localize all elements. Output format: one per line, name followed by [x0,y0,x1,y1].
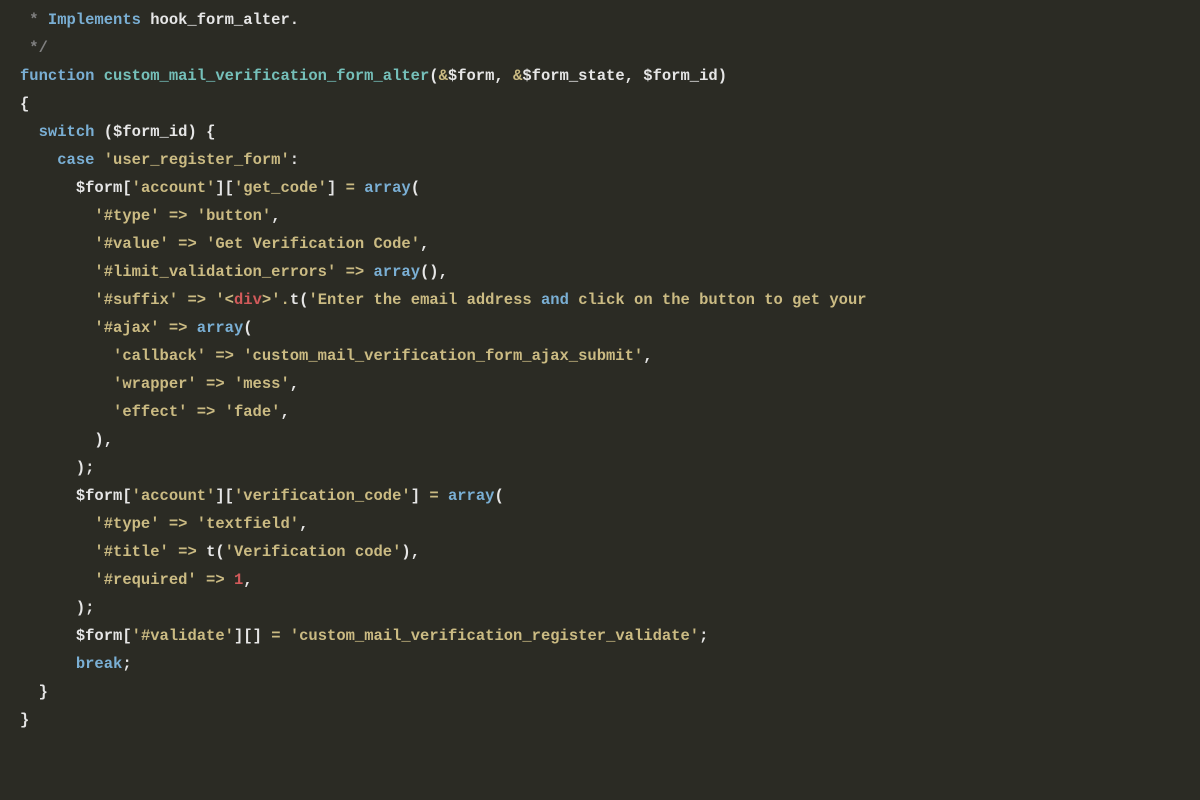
code-line: ); [20,459,94,477]
code-line: '#type' => 'textfield', [20,515,308,533]
code-line: '#value' => 'Get Verification Code', [20,235,429,253]
code-line: '#title' => t('Verification code'), [20,543,420,561]
code-line: switch ($form_id) { [20,123,215,141]
code-line: '#suffix' => '<div>'.t('Enter the email … [20,291,867,309]
code-line: { [20,95,29,113]
code-line: '#ajax' => array( [20,319,253,337]
code-editor: * Implements hook_form_alter. */ functio… [0,0,1200,734]
code-line: $form['account']['get_code'] = array( [20,179,420,197]
code-line: * Implements hook_form_alter. [20,11,299,29]
code-line: function custom_mail_verification_form_a… [20,67,727,85]
code-line: case 'user_register_form': [20,151,299,169]
code-line: } [20,711,29,729]
code-line: $form['#validate'][] = 'custom_mail_veri… [20,627,708,645]
code-line: ); [20,599,94,617]
code-line: 'effect' => 'fade', [20,403,290,421]
code-line: 'callback' => 'custom_mail_verification_… [20,347,653,365]
code-line: 'wrapper' => 'mess', [20,375,299,393]
code-line: $form['account']['verification_code'] = … [20,487,504,505]
code-line: } [20,683,48,701]
code-line: */ [20,39,48,57]
code-line: '#type' => 'button', [20,207,281,225]
code-line: ), [20,431,113,449]
code-line: '#required' => 1, [20,571,253,589]
code-line: break; [20,655,132,673]
code-line: '#limit_validation_errors' => array(), [20,263,448,281]
